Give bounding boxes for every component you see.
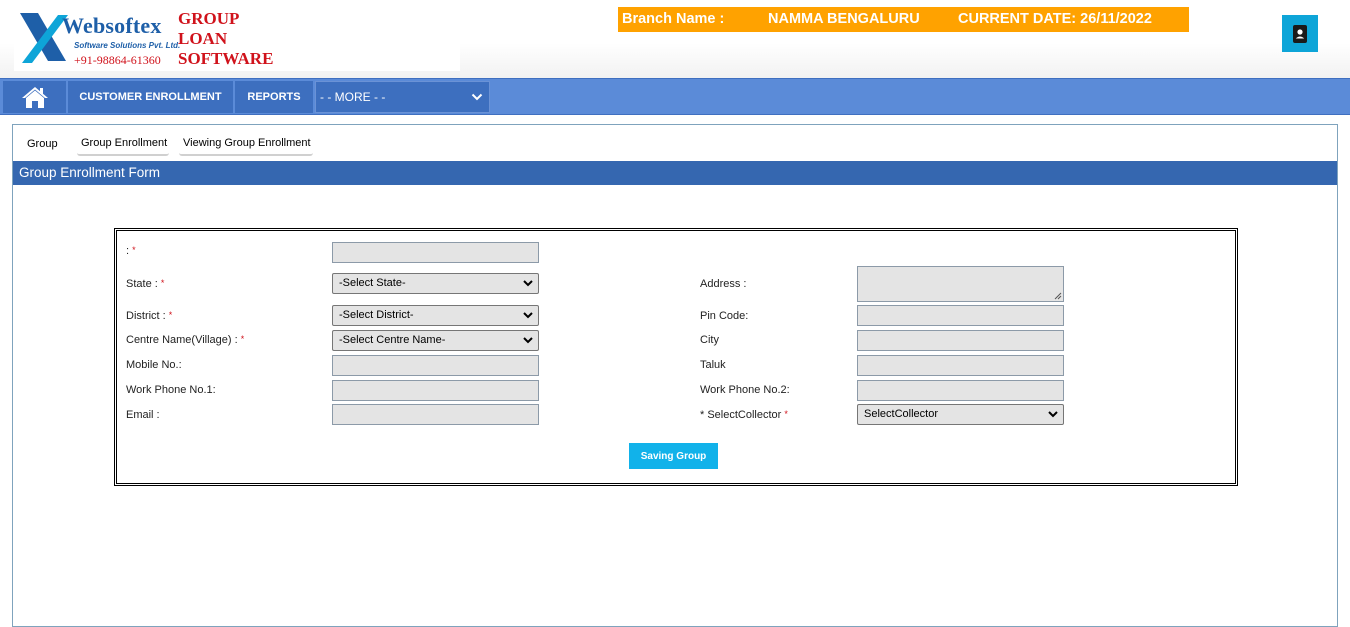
app-header: Websoftex Software Solutions Pvt. Ltd. +… (0, 0, 1350, 78)
required-marker: * (784, 409, 788, 419)
tabs-lead-label: Group (27, 138, 58, 150)
collector-label-text: * SelectCollector (700, 409, 782, 421)
state-select-value: -Select State- (339, 277, 406, 289)
state-select[interactable]: -Select State- (332, 273, 539, 294)
home-icon (21, 87, 48, 108)
district-select[interactable]: -Select District- (332, 305, 539, 326)
nav-more-select[interactable]: - - MORE - - (315, 81, 490, 113)
required-marker: * (160, 278, 165, 288)
chevron-down-icon (471, 93, 483, 101)
state-label: State : * (126, 278, 164, 290)
required-marker: * (132, 245, 136, 255)
collector-select-value: SelectCollector (864, 408, 938, 420)
product-line-2: LOAN (178, 29, 228, 48)
branch-label: Branch Name : (622, 11, 725, 27)
profile-button[interactable] (1282, 15, 1318, 52)
nav-more-label: - - MORE - - (320, 90, 386, 104)
tab-viewing-group-enrollment[interactable]: Viewing Group Enrollment (179, 134, 313, 156)
centre-name-label: Centre Name(Village) : * (126, 334, 244, 346)
work-phone-2-label: Work Phone No.2: (700, 384, 790, 396)
address-textarea[interactable] (857, 266, 1064, 302)
work-phone-2-input[interactable] (857, 380, 1064, 401)
email-label: Email : (126, 409, 160, 421)
collector-select[interactable]: SelectCollector (857, 404, 1064, 425)
centre-name-select[interactable]: -Select Centre Name- (332, 330, 539, 351)
product-line-1: GROUP (178, 9, 240, 28)
required-marker: * (240, 334, 245, 344)
chevron-down-icon (523, 337, 533, 344)
top-field-label: : * (126, 245, 136, 257)
tab-group-enrollment[interactable]: Group Enrollment (77, 134, 169, 156)
required-marker: * (168, 310, 173, 320)
brand-name: Websoftex (62, 13, 162, 38)
product-line-3: SOFTWARE (178, 49, 274, 68)
centre-name-label-text: Centre Name(Village) : (126, 334, 238, 346)
district-label-text: District : (126, 310, 166, 322)
current-date: CURRENT DATE: 26/11/2022 (958, 11, 1152, 27)
form-title: Group Enrollment Form (13, 161, 1337, 185)
nav-home-button[interactable] (3, 81, 66, 113)
nav-reports[interactable]: REPORTS (235, 81, 313, 113)
pin-code-input[interactable] (857, 305, 1064, 326)
company-logo: Websoftex Software Solutions Pvt. Ltd. +… (14, 9, 460, 71)
collector-label: * SelectCollector * (700, 409, 788, 421)
address-label: Address : (700, 278, 747, 290)
top-field-label-text: : (126, 245, 130, 257)
state-label-text: State : (126, 278, 158, 290)
resize-handle-icon[interactable] (1054, 292, 1062, 300)
branch-info-bar: Branch Name : NAMMA BENGALURU CURRENT DA… (618, 7, 1189, 32)
pin-code-label: Pin Code: (700, 310, 749, 322)
chevron-down-icon (523, 312, 533, 319)
chevron-down-icon (1048, 411, 1058, 418)
mobile-input[interactable] (332, 355, 539, 376)
mobile-label: Mobile No.: (126, 359, 182, 371)
brand-subtitle: Software Solutions Pvt. Ltd. (74, 41, 181, 50)
city-input[interactable] (857, 330, 1064, 351)
district-select-value: -Select District- (339, 309, 414, 321)
group-name-input[interactable] (332, 242, 539, 263)
nav-customer-enrollment[interactable]: CUSTOMER ENROLLMENT (68, 81, 233, 113)
contact-card-icon (1293, 24, 1307, 43)
taluk-input[interactable] (857, 355, 1064, 376)
chevron-down-icon (523, 280, 533, 287)
main-nav: CUSTOMER ENROLLMENT REPORTS - - MORE - - (0, 78, 1350, 115)
brand-phone: +91-98864-61360 (74, 53, 161, 67)
city-label: City (700, 334, 719, 346)
taluk-label: Taluk (700, 359, 726, 371)
branch-value: NAMMA BENGALURU (768, 11, 920, 27)
centre-name-select-value: -Select Centre Name- (339, 334, 446, 346)
district-label: District : * (126, 310, 172, 322)
email-input[interactable] (332, 404, 539, 425)
work-phone-1-label: Work Phone No.1: (126, 384, 216, 396)
saving-group-button[interactable]: Saving Group (629, 443, 718, 469)
work-phone-1-input[interactable] (332, 380, 539, 401)
product-name: GROUP LOAN SOFTWARE (178, 9, 273, 69)
